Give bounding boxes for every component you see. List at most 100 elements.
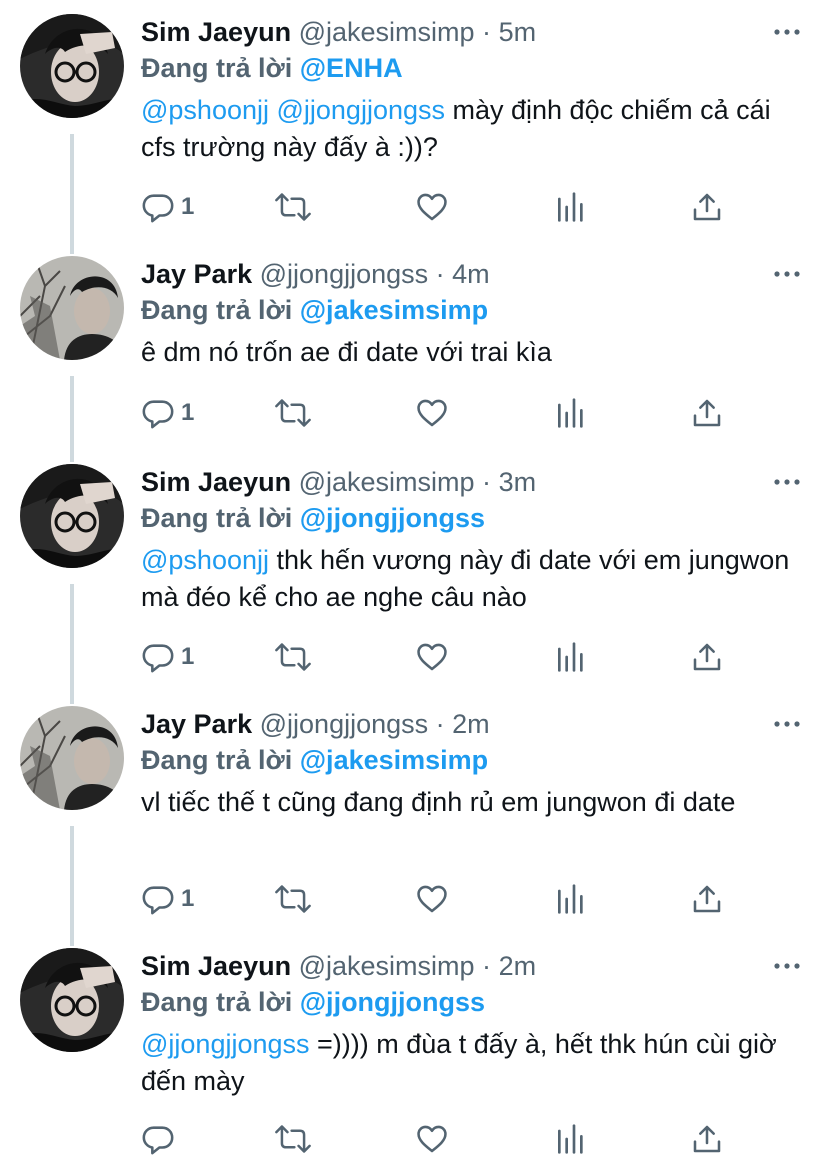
display-name[interactable]: Jay Park — [141, 259, 252, 289]
share-button[interactable] — [691, 395, 723, 431]
timestamp[interactable]: 2m — [452, 709, 490, 739]
reply-icon — [141, 882, 175, 916]
reply-button[interactable]: 1 — [141, 881, 194, 917]
avatar[interactable] — [20, 464, 124, 568]
views-button[interactable] — [555, 189, 585, 225]
more-icon[interactable] — [774, 717, 800, 731]
replying-to-handle[interactable]: @jakesimsimp — [300, 745, 488, 775]
more-icon[interactable] — [774, 475, 800, 489]
share-button[interactable] — [691, 639, 723, 675]
user-handle[interactable]: @jakesimsimp — [299, 467, 475, 497]
views-icon — [555, 397, 585, 429]
replying-to-handle[interactable]: @jjongjjongss — [300, 987, 485, 1017]
like-button[interactable] — [415, 395, 449, 431]
tweet[interactable]: Sim Jaeyun @jakesimsimp · 2m Đang trả lờ… — [0, 934, 828, 1165]
share-button[interactable] — [691, 189, 723, 225]
more-icon[interactable] — [774, 959, 800, 973]
action-bar: 1 — [141, 881, 741, 917]
replying-to-handle[interactable]: @jjongjjongss — [300, 503, 485, 533]
tweet[interactable]: Jay Park @jjongjjongss · 2m Đang trả lời… — [0, 692, 828, 934]
tweet-header: Sim Jaeyun @jakesimsimp · 3m — [141, 464, 536, 500]
views-icon — [555, 883, 585, 915]
like-icon — [415, 1122, 449, 1156]
avatar[interactable] — [20, 256, 124, 360]
share-icon — [691, 191, 723, 223]
more-icon[interactable] — [774, 25, 800, 39]
share-button[interactable] — [691, 881, 723, 917]
like-icon — [415, 640, 449, 674]
display-name[interactable]: Sim Jaeyun — [141, 467, 291, 497]
reply-icon — [141, 190, 175, 224]
display-name[interactable]: Sim Jaeyun — [141, 951, 291, 981]
tweet-body: vl tiếc thế t cũng đang định rủ em jungw… — [141, 787, 736, 817]
reply-button[interactable]: 1 — [141, 395, 194, 431]
tweet-text: vl tiếc thế t cũng đang định rủ em jungw… — [141, 784, 801, 821]
retweet-button[interactable] — [275, 881, 311, 917]
user-handle[interactable]: @jakesimsimp — [299, 951, 475, 981]
retweet-icon — [275, 396, 311, 430]
tweet[interactable]: Sim Jaeyun @jakesimsimp · 3m Đang trả lờ… — [0, 450, 828, 692]
tweet-header: Jay Park @jjongjjongss · 2m — [141, 706, 490, 742]
retweet-button[interactable] — [275, 395, 311, 431]
timestamp[interactable]: 5m — [499, 17, 537, 47]
views-button[interactable] — [555, 881, 585, 917]
avatar[interactable] — [20, 706, 124, 810]
like-button[interactable] — [415, 189, 449, 225]
replying-to: Đang trả lời @jakesimsimp — [141, 742, 488, 778]
replying-to-handle[interactable]: @ENHA — [300, 53, 403, 83]
replying-to-handle[interactable]: @jakesimsimp — [300, 295, 488, 325]
user-handle[interactable]: @jjongjjongss — [260, 709, 429, 739]
like-button[interactable] — [415, 639, 449, 675]
user-handle[interactable]: @jakesimsimp — [299, 17, 475, 47]
like-button[interactable] — [415, 881, 449, 917]
views-icon — [555, 641, 585, 673]
tweet-text: @jjongjjongss =)))) m đùa t đấy à, hết t… — [141, 1026, 801, 1100]
reply-count: 1 — [181, 885, 195, 912]
tweet[interactable]: Jay Park @jjongjjongss · 4m Đang trả lời… — [0, 242, 828, 450]
views-button[interactable] — [555, 395, 585, 431]
tweet-header: Sim Jaeyun @jakesimsimp · 2m — [141, 948, 536, 984]
display-name[interactable]: Sim Jaeyun — [141, 17, 291, 47]
more-icon[interactable] — [774, 267, 800, 281]
separator-dot: · — [482, 17, 492, 47]
mentions[interactable]: @pshoonjj — [141, 545, 269, 575]
share-icon — [691, 641, 723, 673]
retweet-button[interactable] — [275, 189, 311, 225]
reply-icon — [141, 396, 175, 430]
share-button[interactable] — [691, 1121, 723, 1157]
reply-button[interactable]: 1 — [141, 189, 194, 225]
retweet-icon — [275, 1122, 311, 1156]
reply-icon — [141, 640, 175, 674]
timestamp[interactable]: 2m — [499, 951, 537, 981]
reply-icon — [141, 1122, 175, 1156]
replying-to-label: Đang trả lời — [141, 53, 293, 83]
separator-dot: · — [435, 259, 445, 289]
timestamp[interactable]: 4m — [452, 259, 490, 289]
views-button[interactable] — [555, 639, 585, 675]
tweet-text: @pshoonjj @jjongjjongss mày định độc chi… — [141, 92, 801, 166]
replying-to-label: Đang trả lời — [141, 503, 293, 533]
reply-count: 1 — [181, 193, 195, 220]
mentions[interactable]: @pshoonjj @jjongjjongss — [141, 95, 445, 125]
retweet-button[interactable] — [275, 1121, 311, 1157]
reply-button[interactable]: 1 — [141, 639, 194, 675]
reply-count: 1 — [181, 643, 195, 670]
like-button[interactable] — [415, 1121, 449, 1157]
user-handle[interactable]: @jjongjjongss — [260, 259, 429, 289]
retweet-button[interactable] — [275, 639, 311, 675]
reply-button[interactable] — [141, 1121, 181, 1157]
separator-dot: · — [482, 467, 492, 497]
timestamp[interactable]: 3m — [499, 467, 537, 497]
like-icon — [415, 190, 449, 224]
replying-to: Đang trả lời @jjongjjongss — [141, 500, 485, 536]
views-button[interactable] — [555, 1121, 585, 1157]
replying-to: Đang trả lời @jakesimsimp — [141, 292, 488, 328]
views-icon — [555, 1123, 585, 1155]
mentions[interactable]: @jjongjjongss — [141, 1029, 310, 1059]
retweet-icon — [275, 640, 311, 674]
avatar[interactable] — [20, 14, 124, 118]
tweet[interactable]: Sim Jaeyun @jakesimsimp · 5m Đang trả lờ… — [0, 0, 828, 242]
display-name[interactable]: Jay Park — [141, 709, 252, 739]
tweet-text: @pshoonjj thk hến vương này đi date với … — [141, 542, 801, 616]
avatar[interactable] — [20, 948, 124, 1052]
